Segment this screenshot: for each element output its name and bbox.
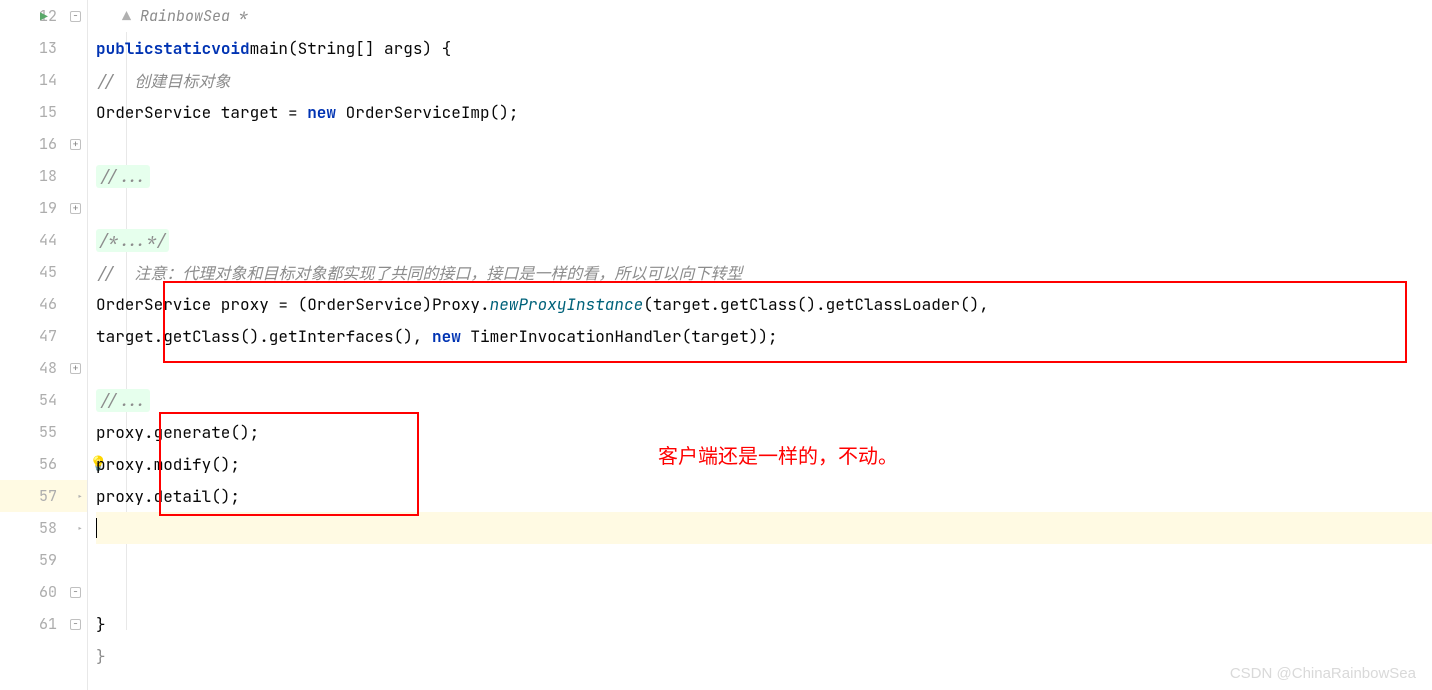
line-num-text: 55 xyxy=(39,422,57,442)
line-number[interactable]: 57 ▸ xyxy=(0,480,87,512)
code-text: target.getClass().getInterfaces(), xyxy=(96,326,432,347)
line-number[interactable]: 60 − xyxy=(0,576,87,608)
code-text: OrderServiceImp(); xyxy=(336,102,518,123)
folded-region[interactable]: /*...*/ xyxy=(96,229,169,252)
folded-region[interactable]: //... xyxy=(96,165,150,188)
code-editor[interactable]: 12 ▶ − 13 14 15 16 + 18 19 + 44 45 46 47… xyxy=(0,0,1432,690)
keyword: new xyxy=(307,102,336,123)
line-num-text: 15 xyxy=(39,102,57,122)
arrow-icon[interactable]: ▸ xyxy=(77,522,83,535)
author-label: RainbowSea * xyxy=(140,6,248,26)
line-number[interactable]: 45 xyxy=(0,256,87,288)
code-text: OrderService target = xyxy=(96,102,307,123)
fold-icon[interactable]: − xyxy=(70,619,81,630)
expand-icon[interactable]: + xyxy=(70,203,81,214)
keyword: public xyxy=(96,38,154,59)
line-number[interactable]: 59 xyxy=(0,544,87,576)
line-num-text: 59 xyxy=(39,550,57,570)
code-line-active[interactable] xyxy=(96,512,1432,544)
comment: // 注意：代理对象和目标对象都实现了共同的接口，接口是一样的看，所以可以向下转… xyxy=(96,260,742,284)
line-number[interactable]: 58 ▸ xyxy=(0,512,87,544)
line-num-text: 13 xyxy=(39,38,57,58)
code-line[interactable]: //... xyxy=(96,160,1432,192)
fold-icon[interactable]: − xyxy=(70,587,81,598)
brace: } xyxy=(96,646,106,667)
line-num-text: 14 xyxy=(39,70,57,90)
code-line[interactable]: /*...*/ xyxy=(96,224,1432,256)
keyword: void xyxy=(211,38,249,59)
line-number[interactable]: 56 💡 xyxy=(0,448,87,480)
code-content[interactable]: ▲ RainbowSea * public static void main(S… xyxy=(88,0,1432,690)
code-line[interactable]: OrderService target = new OrderServiceIm… xyxy=(96,96,1432,128)
annotation-label: 客户端还是一样的，不动。 xyxy=(658,440,898,469)
code-text: OrderService proxy = (OrderService)Proxy… xyxy=(96,294,490,315)
line-number[interactable]: 16 + xyxy=(0,128,87,160)
line-number[interactable]: 13 xyxy=(0,32,87,64)
code-line[interactable]: OrderService proxy = (OrderService)Proxy… xyxy=(96,288,1432,320)
expand-icon[interactable]: + xyxy=(70,363,81,374)
code-line[interactable]: //... xyxy=(96,384,1432,416)
code-line[interactable] xyxy=(96,352,1432,384)
line-num-text: 56 xyxy=(39,454,57,474)
line-number[interactable]: 54 xyxy=(0,384,87,416)
line-num-text: 61 xyxy=(39,614,57,634)
line-num-text: 44 xyxy=(39,230,57,250)
code-line[interactable] xyxy=(96,192,1432,224)
code-line[interactable] xyxy=(96,544,1432,576)
line-number[interactable]: 61 − xyxy=(0,608,87,640)
line-number[interactable]: 55 xyxy=(0,416,87,448)
editor-gutter: 12 ▶ − 13 14 15 16 + 18 19 + 44 45 46 47… xyxy=(0,0,88,690)
folded-region[interactable]: //... xyxy=(96,389,150,412)
code-line[interactable] xyxy=(96,576,1432,608)
line-num-text: 57 xyxy=(39,486,57,506)
code-line[interactable]: target.getClass().getInterfaces(), new T… xyxy=(96,320,1432,352)
line-number[interactable]: 18 xyxy=(0,160,87,192)
line-num-text: 16 xyxy=(39,134,57,154)
line-number[interactable]: 44 xyxy=(0,224,87,256)
comment: // 创建目标对象 xyxy=(96,68,230,92)
author-icon: ▲ xyxy=(122,6,140,26)
line-number[interactable]: 12 ▶ − xyxy=(0,0,87,32)
line-numbers: 12 ▶ − 13 14 15 16 + 18 19 + 44 45 46 47… xyxy=(0,0,87,640)
line-number[interactable]: 19 + xyxy=(0,192,87,224)
keyword: static xyxy=(154,38,212,59)
keyword: new xyxy=(432,326,461,347)
code-line[interactable]: // 创建目标对象 xyxy=(96,64,1432,96)
line-num-text: 58 xyxy=(39,518,57,538)
watermark: CSDN @ChinaRainbowSea xyxy=(1230,665,1416,682)
brace: } xyxy=(96,614,106,635)
line-num-text: 45 xyxy=(39,262,57,282)
line-number[interactable]: 47 xyxy=(0,320,87,352)
code-line[interactable]: ▲ RainbowSea * xyxy=(96,0,1432,32)
line-num-text: 47 xyxy=(39,326,57,346)
line-num-text: 54 xyxy=(39,390,57,410)
code-line[interactable]: public static void main(String[] args) { xyxy=(96,32,1432,64)
code-line[interactable] xyxy=(96,128,1432,160)
method-call: newProxyInstance xyxy=(490,294,644,315)
code-line[interactable]: } xyxy=(96,608,1432,640)
code-text: (target.getClass().getClassLoader(), xyxy=(643,294,989,315)
line-number[interactable]: 15 xyxy=(0,96,87,128)
arrow-icon[interactable]: ▸ xyxy=(77,490,83,503)
fold-icon[interactable]: − xyxy=(70,11,81,22)
code-text: proxy.detail(); xyxy=(96,486,240,507)
line-number[interactable]: 46 xyxy=(0,288,87,320)
line-number[interactable]: 48 + xyxy=(0,352,87,384)
run-icon[interactable]: ▶ xyxy=(40,8,48,25)
line-num-text: 18 xyxy=(39,166,57,186)
line-num-text: 48 xyxy=(39,358,57,378)
line-num-text: 19 xyxy=(39,198,57,218)
params: (String[] args) { xyxy=(288,38,451,59)
code-text: proxy.modify(); xyxy=(96,454,240,475)
code-text: proxy.generate(); xyxy=(96,422,259,443)
code-text: TimerInvocationHandler(target)); xyxy=(461,326,778,347)
text-cursor xyxy=(96,518,97,538)
line-num-text: 46 xyxy=(39,294,57,314)
line-num-text: 60 xyxy=(39,582,57,602)
method-name: main xyxy=(250,38,288,59)
code-line[interactable]: // 注意：代理对象和目标对象都实现了共同的接口，接口是一样的看，所以可以向下转… xyxy=(96,256,1432,288)
line-number[interactable]: 14 xyxy=(0,64,87,96)
code-line[interactable]: proxy.detail(); xyxy=(96,480,1432,512)
expand-icon[interactable]: + xyxy=(70,139,81,150)
